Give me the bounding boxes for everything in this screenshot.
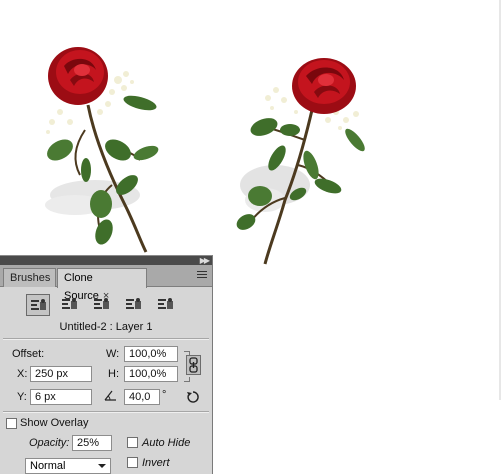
blend-mode-value: Normal: [30, 460, 66, 472]
clone-source-5-icon[interactable]: [154, 294, 178, 316]
x-offset-label: X:: [17, 368, 28, 380]
tab-clone-source[interactable]: Clone Source ×: [57, 268, 147, 302]
x-offset-field[interactable]: 250 px: [30, 366, 92, 382]
clone-source-panel: ▶▶ Brushes Clone Source × Untitled-2 : La…: [0, 255, 213, 474]
height-label: H:: [108, 368, 119, 380]
angle-icon: [104, 389, 118, 404]
opacity-label: Opacity:: [29, 437, 70, 449]
width-label: W:: [106, 348, 120, 360]
clone-source-4-icon[interactable]: [122, 294, 146, 316]
offset-label: Offset:: [12, 348, 45, 360]
opacity-field[interactable]: 25%: [72, 435, 112, 451]
auto-hide-checkbox[interactable]: [127, 437, 138, 448]
panel-title-bar[interactable]: ▶▶: [0, 256, 212, 265]
height-scale-field[interactable]: 100,0%: [124, 366, 178, 382]
collapse-panel-icon[interactable]: ▶▶: [200, 256, 210, 265]
link-bracket-bottom: [184, 377, 190, 382]
y-offset-label: Y:: [17, 391, 27, 403]
invert-checkbox[interactable]: [127, 457, 138, 468]
divider: [3, 338, 209, 340]
clone-source-name: Untitled-2 : Layer 1: [59, 321, 153, 333]
y-offset-field[interactable]: 6 px: [30, 389, 92, 405]
degree-symbol: °: [162, 389, 167, 401]
clone-source-1-icon[interactable]: [26, 294, 50, 316]
tab-brushes-label: Brushes: [10, 272, 51, 284]
blend-mode-select[interactable]: Normal: [25, 458, 111, 474]
clone-source-3-icon[interactable]: [90, 294, 114, 316]
clone-source-2-icon[interactable]: [58, 294, 82, 316]
chain-link-icon[interactable]: [186, 355, 201, 375]
panel-menu-icon[interactable]: [197, 271, 207, 281]
show-overlay-checkbox[interactable]: [6, 418, 17, 429]
auto-hide-label: Auto Hide: [142, 437, 191, 449]
width-scale-field[interactable]: 100,0%: [124, 346, 178, 362]
chevron-down-icon: [98, 464, 106, 468]
reset-transform-icon[interactable]: [186, 390, 200, 407]
show-overlay-label: Show Overlay: [20, 417, 89, 429]
invert-label: Invert: [142, 457, 170, 469]
divider: [3, 411, 209, 413]
panel-tab-bar: Brushes Clone Source ×: [0, 265, 212, 302]
angle-field[interactable]: 40,0: [124, 389, 160, 405]
tab-brushes[interactable]: Brushes: [3, 268, 56, 287]
